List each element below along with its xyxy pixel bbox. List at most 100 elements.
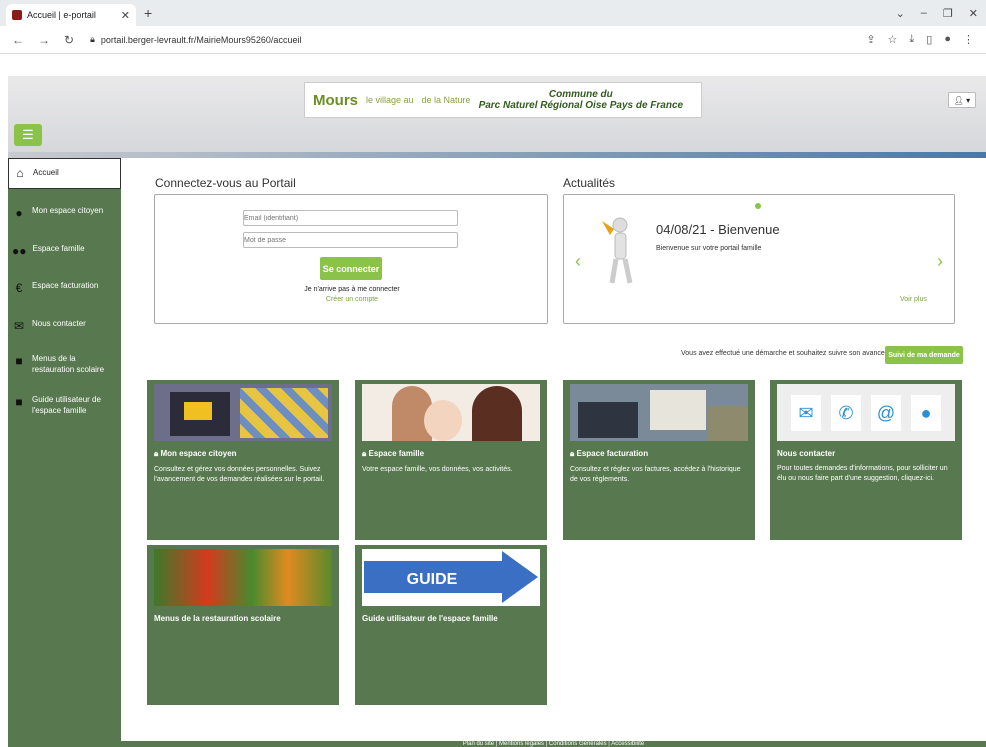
sidebar-item-label: Mon espace citoyen: [32, 206, 104, 215]
card-desc: Consultez et gérez vos données personnel…: [154, 466, 325, 483]
sidebar-item-label: Menus de la restauration scolaire: [32, 354, 105, 374]
card-famille[interactable]: 🔒︎ Espace famille Votre espace famille, …: [355, 380, 547, 540]
card-image: GUIDE: [362, 549, 540, 606]
banner-slogan-left: le village au: [366, 95, 414, 105]
carousel-dot[interactable]: [755, 203, 761, 209]
guide-arrow-icon: GUIDE: [364, 551, 538, 603]
card-desc: Pour toutes demandes d'informations, pou…: [777, 465, 948, 482]
card-image: [362, 384, 540, 441]
main-content: Connectez-vous au Portail Se connecter J…: [121, 158, 986, 747]
close-tab-icon[interactable]: ✕: [121, 9, 130, 22]
menu-toggle-button[interactable]: ☰: [14, 124, 42, 146]
sidebar-item-label: Guide utilisateur de l'espace famille: [32, 395, 101, 415]
user-menu-button[interactable]: 👤︎ ▾: [948, 92, 976, 108]
card-desc: Consultez et réglez vos factures, accéde…: [570, 466, 741, 483]
announcer-figure-icon: [602, 217, 633, 284]
email-input[interactable]: [243, 210, 458, 226]
family-icon: ●●: [12, 243, 27, 258]
close-window-icon[interactable]: ✕: [969, 7, 978, 20]
news-panel: ‹ › 04/08/21 - Bienvenue Bienvenue sur v…: [563, 194, 955, 324]
login-panel: Se connecter Je n'arrive pas à me connec…: [154, 194, 548, 324]
chevron-down-icon[interactable]: ⌄: [896, 7, 905, 20]
browser-tabstrip: Accueil | e-portail ✕ + ⌄ – ❐ ✕: [0, 0, 986, 26]
address-bar: ← → ↻ 🔒︎ portail.berger-levrault.fr/Mair…: [0, 26, 986, 54]
carousel-prev-icon[interactable]: ‹: [575, 251, 581, 272]
envelope-icon: ✉: [13, 318, 25, 333]
forward-icon[interactable]: →: [38, 33, 50, 47]
trouble-link[interactable]: Je n'arrive pas à me connecter: [155, 286, 549, 293]
card-title: Nous contacter: [777, 449, 836, 458]
back-icon[interactable]: ←: [12, 33, 24, 47]
card-contact[interactable]: ✉ ✆ @ ● Nous contacter Pour toutes deman…: [770, 380, 962, 540]
euro-icon: €: [15, 281, 23, 296]
banner-commune: Commune du Parc Naturel Régional Oise Pa…: [479, 89, 684, 111]
sidebar-item-famille[interactable]: ●● Espace famille: [8, 244, 121, 260]
card-title: Guide utilisateur de l'espace famille: [362, 614, 498, 623]
sidebar-item-menus[interactable]: ■ Menus de la restauration scolaire: [8, 354, 121, 375]
footer: Plan du site | Mentions légales | Condit…: [121, 741, 986, 747]
star-icon[interactable]: ☆: [888, 33, 898, 46]
login-heading: Connectez-vous au Portail: [155, 176, 296, 190]
tracking-button[interactable]: Suivi de ma demande: [885, 346, 963, 364]
lock-icon: 🔒︎: [362, 449, 367, 458]
location-pin-icon: ●: [911, 394, 941, 431]
news-body: Bienvenue sur votre portail famille: [656, 245, 762, 252]
minimize-icon[interactable]: –: [921, 7, 927, 20]
site-header: Mours le village au de la Nature Commune…: [8, 76, 986, 158]
sidebar-item-facturation[interactable]: € Espace facturation: [8, 281, 121, 297]
banner-brand: Mours: [313, 91, 358, 109]
news-more-link[interactable]: Voir plus: [900, 296, 927, 303]
login-button[interactable]: Se connecter: [320, 257, 382, 280]
guide-image-text: GUIDE: [407, 571, 458, 588]
sidebar-item-guide[interactable]: ■ Guide utilisateur de l'espace famille: [8, 395, 121, 416]
sidebar-item-citoyen[interactable]: ● Mon espace citoyen: [8, 206, 121, 222]
lock-icon: 🔒︎: [570, 449, 575, 458]
card-facturation[interactable]: 🔒︎ Espace facturation Consultez et régle…: [563, 380, 755, 540]
favicon-icon: [12, 10, 22, 20]
commune-banner: Mours le village au de la Nature Commune…: [304, 82, 702, 118]
card-image: [154, 384, 332, 441]
sidebar: ⌂ Accueil ● Mon espace citoyen ●● Espace…: [8, 158, 121, 747]
lock-icon: 🔒︎: [90, 34, 95, 44]
card-image: [570, 384, 748, 441]
card-guide[interactable]: GUIDE Guide utilisateur de l'espace fami…: [355, 545, 547, 705]
card-title: Espace facturation: [576, 449, 649, 458]
window-controls: ⌄ – ❐ ✕: [896, 7, 986, 20]
sidebar-item-accueil[interactable]: ⌂ Accueil: [8, 158, 121, 189]
card-title: Menus de la restauration scolaire: [154, 614, 281, 623]
card-menus[interactable]: Menus de la restauration scolaire: [147, 545, 339, 705]
carousel-next-icon[interactable]: ›: [937, 251, 943, 272]
password-input[interactable]: [243, 232, 458, 248]
home-icon: ⌂: [16, 165, 24, 180]
sidebar-item-label: Accueil: [33, 168, 59, 178]
sidebar-item-label: Espace famille: [32, 243, 85, 253]
document-icon: ■: [15, 395, 23, 410]
browser-tab[interactable]: Accueil | e-portail ✕: [6, 4, 136, 26]
card-citoyen[interactable]: 🔒︎ Mon espace citoyen Consultez et gérez…: [147, 380, 339, 540]
banner-slogan-right: de la Nature: [421, 95, 471, 105]
hamburger-icon: ☰: [22, 127, 34, 142]
sidebar-item-contact[interactable]: ✉ Nous contacter: [8, 319, 121, 335]
card-desc: Votre espace famille, vos données, vos a…: [362, 466, 513, 473]
reload-icon[interactable]: ↻: [64, 33, 74, 47]
restore-icon[interactable]: ❐: [943, 7, 953, 20]
more-icon[interactable]: ⋮: [963, 33, 974, 46]
phone-icon: ✆: [831, 394, 861, 431]
at-icon: @: [871, 394, 901, 431]
create-account-link[interactable]: Créer un compte: [155, 296, 549, 303]
sidepanel-icon[interactable]: ▯: [926, 33, 932, 46]
card-image: ✉ ✆ @ ●: [777, 384, 955, 441]
user-icon: ●: [15, 206, 23, 220]
share-icon[interactable]: ⇪: [866, 33, 875, 46]
banner-commune-line1: Commune du: [548, 89, 613, 100]
profile-icon[interactable]: ●: [944, 33, 951, 46]
document-icon: ■: [15, 354, 23, 369]
banner-commune-line2: Parc Naturel Régional Oise Pays de Franc…: [478, 100, 684, 111]
news-title: 04/08/21 - Bienvenue: [656, 222, 780, 237]
download-icon[interactable]: ⤓: [909, 33, 914, 46]
url-text[interactable]: portail.berger-levrault.fr/MairieMours95…: [101, 35, 302, 45]
envelope-icon: ✉: [791, 394, 821, 431]
new-tab-icon[interactable]: +: [144, 5, 152, 21]
sidebar-item-label: Espace facturation: [32, 281, 99, 291]
tab-title: Accueil | e-portail: [27, 10, 96, 20]
